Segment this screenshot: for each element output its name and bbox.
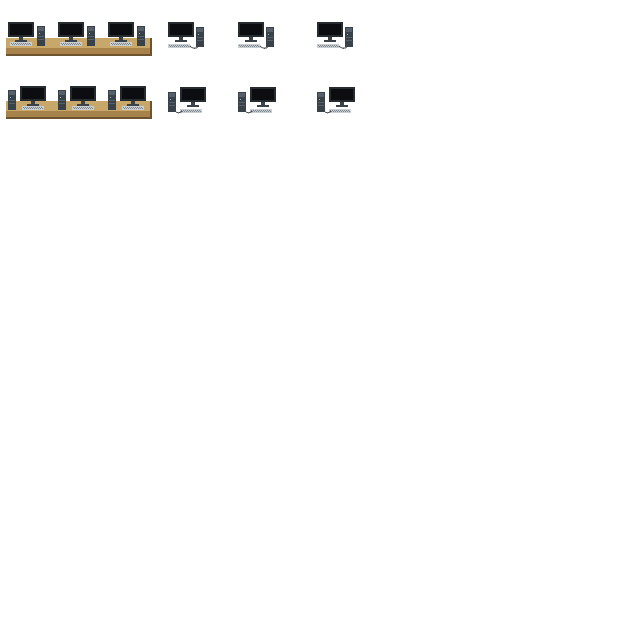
tower-power-light (319, 99, 320, 100)
computer-workstation-icon (166, 85, 210, 117)
monitor-base (324, 40, 336, 42)
monitor-screen (331, 89, 353, 100)
monitor-stand (191, 102, 195, 105)
computer-workstation-icon (315, 85, 359, 117)
monitor-screen (110, 24, 132, 35)
tower-power-light (60, 97, 61, 98)
desk-front (6, 48, 152, 54)
computer-workstation-icon (315, 20, 359, 52)
tower-drive-bay (239, 93, 245, 97)
monitor-screen (170, 24, 192, 35)
monitor-stand (179, 37, 183, 40)
tower-drive-bay (138, 27, 144, 31)
monitor-stand (340, 102, 344, 105)
monitor-stand (81, 101, 85, 104)
desk-edge (6, 54, 152, 56)
monitor-stand (131, 101, 135, 104)
tower-drive-bay (38, 27, 44, 31)
tower-power-light (347, 34, 348, 35)
monitor-screen (240, 24, 262, 35)
monitor-stand (31, 101, 35, 104)
tower-power-light (198, 34, 199, 35)
tower-power-light (89, 33, 90, 34)
monitor-base (257, 105, 269, 107)
tower-drive-bay (169, 93, 175, 97)
tower-power-light (139, 33, 140, 34)
computer-workstation-icon (236, 20, 280, 52)
monitor-screen (319, 24, 341, 35)
tower-drive-bay (88, 27, 94, 31)
monitor-screen (60, 24, 82, 35)
computer-workstation-icon (166, 20, 210, 52)
monitor-base (65, 40, 77, 42)
tower-power-light (110, 97, 111, 98)
monitor-screen (22, 88, 44, 99)
monitor-stand (19, 37, 23, 40)
monitor-base (245, 40, 257, 42)
monitor-base (115, 40, 127, 42)
monitor-base (15, 40, 27, 42)
tower-power-light (240, 99, 241, 100)
tower-power-light (268, 34, 269, 35)
monitor-base (175, 40, 187, 42)
monitor-base (127, 104, 139, 106)
computer-workstation-icon (236, 85, 280, 117)
monitor-base (77, 104, 89, 106)
monitor-stand (261, 102, 265, 105)
monitor-screen (10, 24, 32, 35)
monitor-stand (249, 37, 253, 40)
monitor-base (187, 105, 199, 107)
monitor-base (27, 104, 39, 106)
monitor-stand (69, 37, 73, 40)
sprite-sheet (0, 0, 640, 640)
tower-power-light (170, 99, 171, 100)
tower-drive-bay (59, 91, 65, 95)
monitor-screen (122, 88, 144, 99)
monitor-stand (328, 37, 332, 40)
tower-drive-bay (267, 28, 273, 32)
tower-drive-bay (346, 28, 352, 32)
tower-power-light (10, 97, 11, 98)
tower-power-light (39, 33, 40, 34)
monitor-screen (182, 89, 204, 100)
tower-drive-bay (109, 91, 115, 95)
monitor-stand (119, 37, 123, 40)
monitor-screen (72, 88, 94, 99)
monitor-base (336, 105, 348, 107)
tower-drive-bay (9, 91, 15, 95)
monitor-screen (252, 89, 274, 100)
desk-with-three-computers-icon (4, 84, 154, 124)
tower-drive-bay (318, 93, 324, 97)
desk-edge (6, 117, 152, 119)
desk-front (6, 111, 152, 117)
desk-with-three-computers-icon (4, 20, 154, 60)
tower-drive-bay (197, 28, 203, 32)
